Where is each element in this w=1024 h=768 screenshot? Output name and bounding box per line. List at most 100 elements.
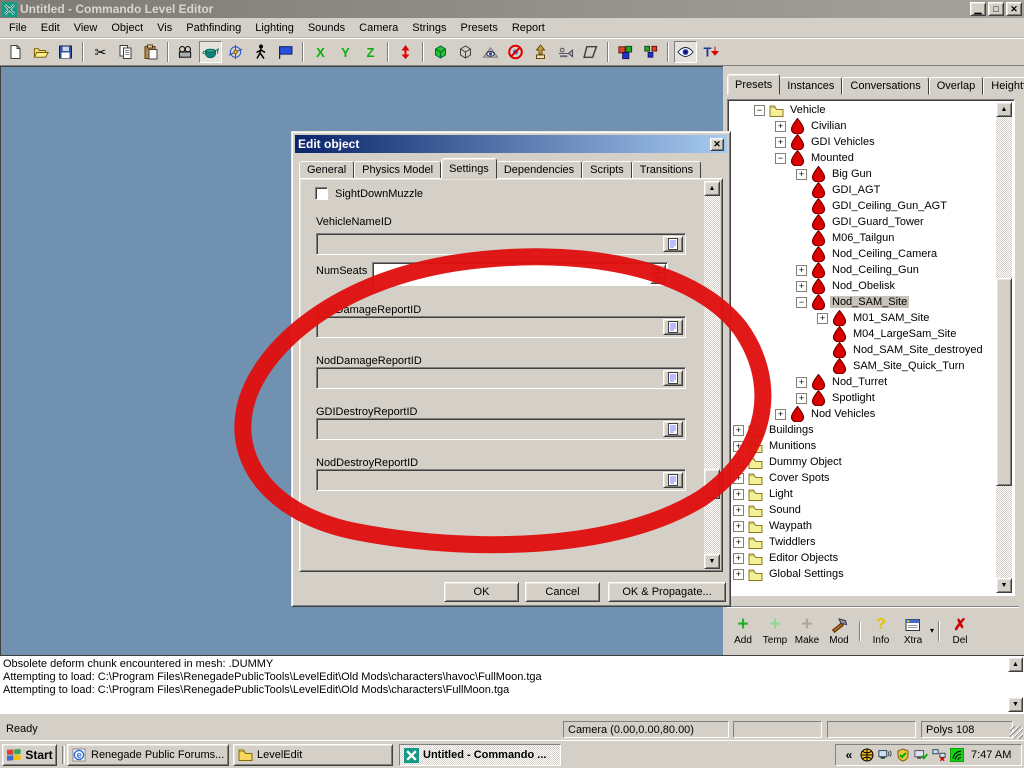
network-error-icon[interactable]: [931, 748, 947, 763]
tree-item-dummy-object[interactable]: +Dummy Object: [730, 454, 996, 470]
menu-object[interactable]: Object: [104, 20, 150, 36]
vis-eye-icon[interactable]: [479, 41, 502, 63]
expand-icon[interactable]: +: [733, 489, 744, 500]
tree-item-nod-vehicles[interactable]: +Nod Vehicles: [730, 406, 996, 422]
cut-icon[interactable]: ✂: [89, 41, 112, 63]
dialog-tab-general[interactable]: General: [299, 161, 354, 179]
display-ok-icon[interactable]: [913, 748, 929, 763]
log-scroll-down-icon[interactable]: ▼: [1008, 697, 1023, 712]
close-button[interactable]: ✕: [1006, 2, 1022, 16]
cancel-button[interactable]: Cancel: [525, 582, 600, 602]
y-axis-icon[interactable]: Y: [334, 41, 357, 63]
tree-item-spotlight[interactable]: +Spotlight: [730, 390, 996, 406]
menu-sounds[interactable]: Sounds: [301, 20, 352, 36]
menu-lighting[interactable]: Lighting: [248, 20, 301, 36]
expand-icon[interactable]: +: [733, 505, 744, 516]
display-signal-icon[interactable]: [877, 748, 893, 763]
tree-item-cover-spots[interactable]: +Cover Spots: [730, 470, 996, 486]
dialog-close-icon[interactable]: ✕: [710, 138, 724, 151]
security-shield-icon[interactable]: [895, 748, 911, 763]
temp-button[interactable]: +Temp: [759, 612, 791, 650]
task-leveledit[interactable]: LevelEdit: [233, 744, 393, 766]
small-cubes-icon[interactable]: [639, 41, 662, 63]
dialog-tab-physics-model[interactable]: Physics Model: [354, 161, 441, 179]
menu-edit[interactable]: Edit: [34, 20, 67, 36]
mod-button[interactable]: Mod: [823, 612, 855, 650]
log-scrollbar[interactable]: ▲ ▼: [1008, 657, 1023, 712]
del-button[interactable]: ✗Del: [944, 612, 976, 650]
copy-icon[interactable]: [114, 41, 137, 63]
no-vis-icon[interactable]: [504, 41, 527, 63]
collapse-icon[interactable]: −: [775, 153, 786, 164]
tree-item-light[interactable]: +Light: [730, 486, 996, 502]
expand-icon[interactable]: +: [733, 457, 744, 468]
scroll-thumb[interactable]: [996, 278, 1012, 486]
menu-view[interactable]: View: [67, 20, 105, 36]
dialog-tab-scripts[interactable]: Scripts: [582, 161, 632, 179]
orbit-gizmo-icon[interactable]: [224, 41, 247, 63]
z-axis-icon[interactable]: Z: [359, 41, 382, 63]
tree-item-global-settings[interactable]: +Global Settings: [730, 566, 996, 582]
tree-item-civilian[interactable]: +Civilian: [730, 118, 996, 134]
open-folder-icon[interactable]: [29, 41, 52, 63]
menu-strings[interactable]: Strings: [405, 20, 453, 36]
tree-item-buildings[interactable]: +Buildings: [730, 422, 996, 438]
expand-icon[interactable]: +: [817, 313, 828, 324]
expand-icon[interactable]: +: [796, 169, 807, 180]
tree-item-m01-sam-site[interactable]: +M01_SAM_Site: [730, 310, 996, 326]
tree-item-mounted[interactable]: −Mounted: [730, 150, 996, 166]
menu-camera[interactable]: Camera: [352, 20, 405, 36]
tree-item-nod-sam-site-destroyed[interactable]: +Nod_SAM_Site_destroyed: [730, 342, 996, 358]
expand-icon[interactable]: +: [796, 377, 807, 388]
dialog-tab-settings[interactable]: Settings: [441, 158, 497, 179]
maximize-button[interactable]: □: [988, 2, 1004, 16]
task-untitled-commando-[interactable]: Untitled - Commando ...: [399, 744, 561, 766]
expand-icon[interactable]: +: [733, 569, 744, 580]
menu-report[interactable]: Report: [505, 20, 552, 36]
tree-item-vehicle[interactable]: −Vehicle: [730, 102, 996, 118]
resize-grip[interactable]: [1010, 726, 1023, 739]
string-picker-button[interactable]: [663, 421, 683, 437]
flag-icon[interactable]: [274, 41, 297, 63]
expand-icon[interactable]: +: [733, 521, 744, 532]
string-picker-button[interactable]: [663, 319, 683, 335]
make-button[interactable]: +Make: [791, 612, 823, 650]
flying-camera-icon[interactable]: [554, 41, 577, 63]
tab-heightfield[interactable]: Heightfield: [983, 77, 1024, 95]
walkthrough-icon[interactable]: [249, 41, 272, 63]
gdidamagereportid-input[interactable]: [316, 316, 686, 338]
vis-sector-icon[interactable]: [579, 41, 602, 63]
new-document-icon[interactable]: [4, 41, 27, 63]
add-button[interactable]: +Add: [727, 612, 759, 650]
text-label-icon[interactable]: T: [699, 41, 722, 63]
numseats-spinner[interactable]: ▲▼: [372, 262, 668, 286]
tree-item-m06-tailgun[interactable]: +M06_Tailgun: [730, 230, 996, 246]
menu-vis[interactable]: Vis: [150, 20, 179, 36]
tree-item-gdi-agt[interactable]: +GDI_AGT: [730, 182, 996, 198]
eye-visibility-icon[interactable]: [674, 41, 697, 63]
ok-propagate--button[interactable]: OK & Propagate...: [608, 582, 726, 602]
tab-instances[interactable]: Instances: [779, 77, 842, 95]
rgb-cubes-icon[interactable]: [614, 41, 637, 63]
goto-object-icon[interactable]: [529, 41, 552, 63]
expand-icon[interactable]: +: [733, 537, 744, 548]
tree-item-gdi-vehicles[interactable]: +GDI Vehicles: [730, 134, 996, 150]
string-picker-button[interactable]: [663, 370, 683, 386]
spinner-down-icon[interactable]: ▼: [650, 274, 666, 284]
save-icon[interactable]: [54, 41, 77, 63]
collapse-icon[interactable]: −: [796, 297, 807, 308]
noddamagereportid-input[interactable]: [316, 367, 686, 389]
collapse-icon[interactable]: −: [754, 105, 765, 116]
expand-icon[interactable]: +: [733, 425, 744, 436]
tree-item-nod-turret[interactable]: +Nod_Turret: [730, 374, 996, 390]
tree-item-nod-ceiling-gun[interactable]: +Nod_Ceiling_Gun: [730, 262, 996, 278]
tree-item-twiddlers[interactable]: +Twiddlers: [730, 534, 996, 550]
dialog-tab-transitions[interactable]: Transitions: [632, 161, 701, 179]
dialog-scrollbar[interactable]: ▲ ▼: [704, 181, 720, 569]
tab-overlap[interactable]: Overlap: [929, 77, 984, 95]
wireless-green-icon[interactable]: [949, 748, 965, 763]
expand-icon[interactable]: +: [733, 473, 744, 484]
log-scroll-up-icon[interactable]: ▲: [1008, 657, 1023, 672]
tree-item-waypath[interactable]: +Waypath: [730, 518, 996, 534]
tree-item-munitions[interactable]: +Munitions: [730, 438, 996, 454]
